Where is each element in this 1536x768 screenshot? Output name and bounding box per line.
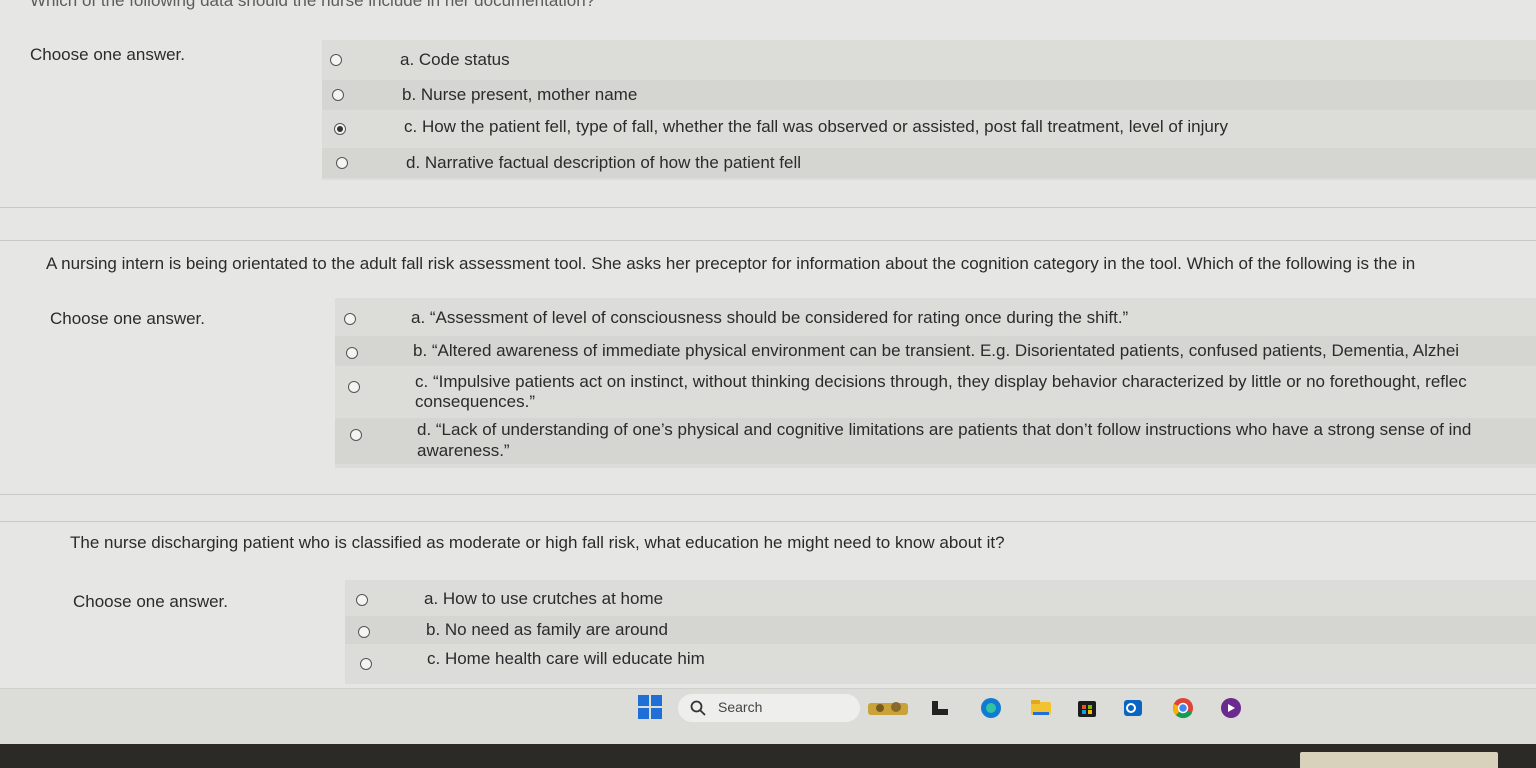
option-b[interactable]: b. “Altered awareness of immediate physi… — [335, 336, 1536, 366]
start-icon[interactable] — [638, 695, 662, 719]
search-icon — [690, 700, 706, 721]
radio-button[interactable] — [356, 594, 368, 606]
option-d[interactable]: d. Narrative factual description of how … — [322, 148, 1536, 178]
option-b[interactable]: b. No need as family are around — [345, 616, 1536, 644]
widgets-icon[interactable] — [866, 697, 910, 719]
choose-one-answer-label: Choose one answer. — [50, 309, 205, 328]
radio-button[interactable] — [344, 313, 356, 325]
radio-button-selected[interactable] — [334, 123, 346, 135]
choose-one-answer-label: Choose one answer. — [73, 592, 228, 611]
search-placeholder: Search — [718, 699, 763, 715]
radio-button[interactable] — [360, 658, 372, 670]
option-c[interactable]: c. How the patient fell, type of fall, w… — [322, 114, 1536, 144]
question-text: The nurse discharging patient who is cla… — [70, 533, 1005, 552]
answer-options-q2: a. “Assessment of level of consciousness… — [335, 298, 1536, 468]
monitor-label — [1300, 752, 1498, 768]
radio-button[interactable] — [336, 157, 348, 169]
option-a[interactable]: a. “Assessment of level of consciousness… — [335, 302, 1536, 332]
store-icon[interactable] — [1076, 697, 1098, 719]
task-view-icon[interactable] — [930, 697, 952, 719]
radio-button[interactable] — [346, 347, 358, 359]
choose-one-answer-label: Choose one answer. — [30, 45, 185, 64]
option-c[interactable]: c. “Impulsive patients act on instinct, … — [335, 370, 1536, 416]
edge-icon[interactable] — [980, 697, 1002, 719]
radio-button[interactable] — [332, 89, 344, 101]
question-text: A nursing intern is being orientated to … — [46, 254, 1416, 273]
answer-options-q1: a. Code status b. Nurse present, mother … — [322, 40, 1536, 180]
file-explorer-icon[interactable] — [1030, 697, 1052, 719]
radio-button[interactable] — [350, 429, 362, 441]
chrome-icon[interactable] — [1172, 697, 1194, 719]
outlook-icon[interactable] — [1122, 697, 1144, 719]
option-a[interactable]: a. Code status — [322, 45, 1536, 75]
radio-button[interactable] — [358, 626, 370, 638]
option-d[interactable]: d. “Lack of understanding of one’s physi… — [335, 418, 1536, 464]
radio-button[interactable] — [348, 381, 360, 393]
option-a[interactable]: a. How to use crutches at home — [345, 584, 1536, 612]
answer-options-q3: a. How to use crutches at home b. No nee… — [345, 580, 1536, 684]
radio-button[interactable] — [330, 54, 342, 66]
option-b[interactable]: b. Nurse present, mother name — [322, 80, 1536, 110]
previous-question-text: Which of the following data should the n… — [30, 0, 596, 10]
taskbar-search-box[interactable]: Search — [678, 694, 860, 722]
media-player-icon[interactable] — [1220, 697, 1242, 719]
option-c[interactable]: c. Home health care will educate him — [345, 648, 1536, 676]
